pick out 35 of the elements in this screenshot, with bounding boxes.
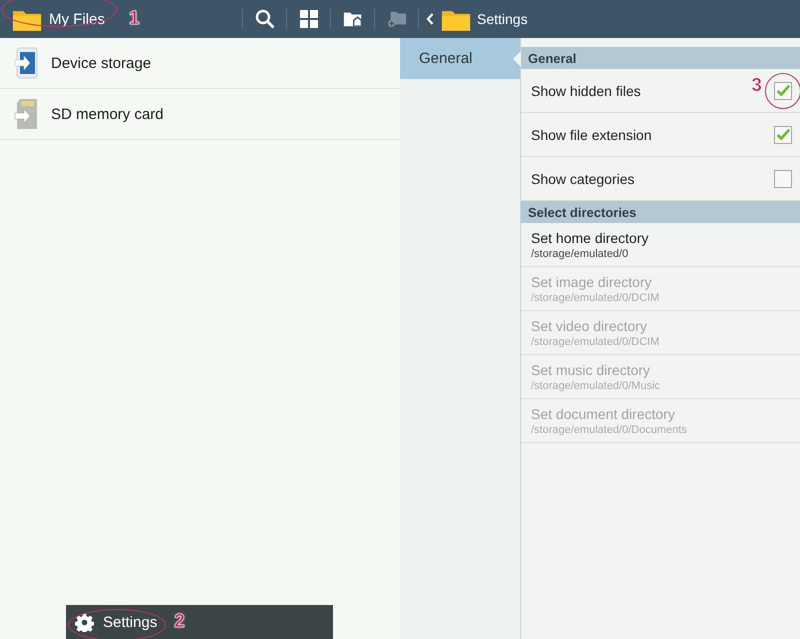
annotation-number: 1 (128, 8, 140, 30)
setting-label: Set image directory (531, 274, 653, 290)
settings-icon[interactable] (75, 612, 94, 632)
setting-label: Show hidden files (531, 82, 641, 98)
directory-path: /storage/emulated/0/DCIM (531, 336, 660, 348)
settings-menu-item[interactable]: Settings (103, 614, 158, 630)
setting-label: Show file extension (531, 126, 652, 142)
setting-label: Set music directory (531, 362, 652, 378)
setting-label: Set document directory (531, 406, 676, 422)
settings-tab[interactable]: General (400, 38, 520, 79)
directory-setting[interactable]: Set home directory /storage/emulated/0 (521, 223, 800, 267)
search-icon (254, 9, 274, 29)
grid-icon (298, 9, 318, 29)
directory-path: /storage/emulated/0/DCIM (531, 292, 660, 304)
settings-title: Settings (477, 11, 528, 27)
setting-label: Set video directory (531, 318, 648, 334)
annotation-number: 2 (174, 611, 185, 633)
back-chevron-icon[interactable] (426, 13, 434, 25)
setting-label: Set home directory (531, 230, 650, 246)
checkbox[interactable] (774, 82, 792, 100)
annotation-ellipse (765, 72, 800, 108)
setting-label: Show categories (531, 170, 635, 186)
section-header: General (521, 47, 800, 69)
annotation-number: 3 (751, 74, 762, 96)
storage-item[interactable]: Device storage (0, 38, 400, 89)
folder-plus-icon (386, 9, 406, 29)
directory-path: /storage/emulated/0 (531, 248, 630, 260)
directory-path: /storage/emulated/0/Music (531, 380, 662, 392)
directory-path: /storage/emulated/0/Documents (531, 424, 688, 436)
section-header: Select directories (521, 201, 800, 223)
checkbox[interactable] (774, 126, 792, 144)
storage-item[interactable]: SD memory card (0, 89, 400, 140)
checkbox[interactable] (774, 170, 792, 188)
app-title[interactable]: My Files (49, 10, 105, 28)
sd-card-icon (14, 98, 38, 130)
